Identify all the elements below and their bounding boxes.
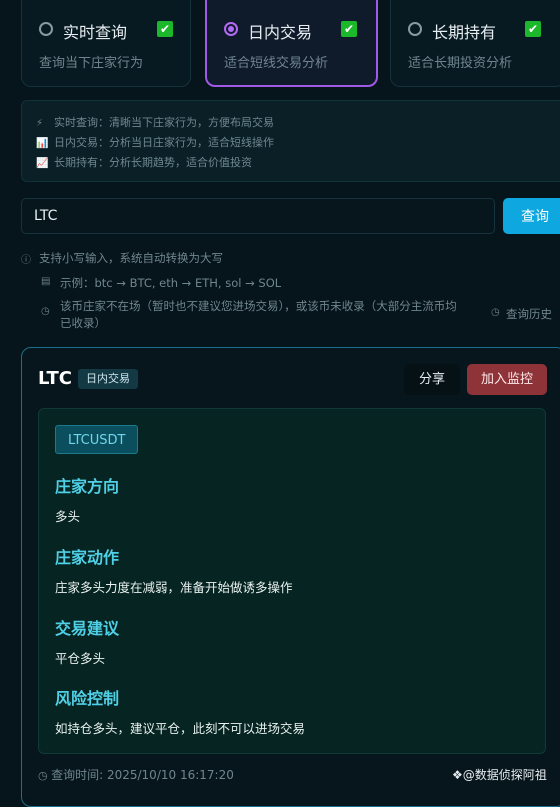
mode-title: 日内交易 [248,23,313,42]
section-body-risk: 如持仓多头，建议平仓，此刻不可以进场交易 [55,721,306,736]
query-time: ◷ 查询时间: 2025/10/10 16:17:20 [38,768,234,782]
mode-desc: 适合长期投资分析 [408,56,513,71]
info-line-intraday: 📊 日内交易：分析当日庄家行为，适合短线操作 [36,136,274,149]
query-button[interactable]: 查询 [503,198,560,234]
mode-badge: 日内交易 [78,369,138,389]
checkbox-checked-icon[interactable]: ✔ [341,21,357,37]
share-button[interactable]: 分享 [404,364,460,395]
mode-desc: 查询当下庄家行为 [39,56,144,71]
section-title-advice: 交易建议 [55,619,120,638]
history-clock-icon[interactable]: ◷ [491,307,500,318]
diamond-logo-icon: ❖ [452,768,463,782]
result-card: LTC 日内交易 分享 加入监控 LTCUSDT 庄家方向 多头 庄家动作 庄家… [21,347,560,807]
lightning-icon: ⚡ [36,118,44,129]
bar-chart-icon: 📊 [36,138,49,149]
checkbox-checked-icon[interactable]: ✔ [525,21,541,37]
checkbox-checked-icon[interactable]: ✔ [157,21,173,37]
add-monitor-button[interactable]: 加入监控 [467,364,547,395]
clock-icon: ◷ [38,769,52,782]
clock-icon: ◷ [41,306,50,317]
info-icon: ⓘ [21,255,31,266]
brand-watermark: ❖@数据侦探阿祖 [452,768,547,782]
section-body-advice: 平仓多头 [55,651,106,666]
analysis-panel: LTCUSDT 庄家方向 多头 庄家动作 庄家多头力度在减弱，准备开始做诱多操作… [38,408,546,754]
notice-hint-line2: 已收录） [60,316,106,330]
mode-title: 实时查询 [63,23,128,42]
info-line-longterm: 📈 长期持有：分析长期趋势，适合价值投资 [36,156,252,169]
mode-card-longterm[interactable]: 长期持有 ✔ 适合长期投资分析 [390,0,560,87]
radio-realtime[interactable] [39,22,53,36]
radio-longterm[interactable] [408,22,422,36]
trend-chart-icon: 📈 [36,158,49,169]
notice-hint-line1: 该币庄家不在场（暂时也不建议您进场交易），或该币未收录（大部分主流币均 [60,299,457,313]
coin-symbol: LTC [38,368,72,389]
document-icon: ▤ [41,276,51,287]
section-title-action: 庄家动作 [55,548,120,567]
section-title-direction: 庄家方向 [55,477,120,496]
info-line-realtime: ⚡ 实时查询：清晰当下庄家行为，方便布局交易 [36,116,274,129]
mode-title: 长期持有 [432,23,497,42]
example-hint: 示例：btc → BTC, eth → ETH, sol → SOL [60,276,282,290]
query-history-link[interactable]: 查询历史 [506,306,552,322]
section-body-direction: 多头 [55,509,81,524]
coin-search-input[interactable] [21,198,495,234]
mode-card-realtime[interactable]: 实时查询 ✔ 查询当下庄家行为 [21,0,191,87]
mode-desc: 适合短线交易分析 [224,56,329,71]
mode-card-intraday[interactable]: 日内交易 ✔ 适合短线交易分析 [205,0,378,87]
section-body-action: 庄家多头力度在减弱，准备开始做诱多操作 [55,580,293,595]
mode-info-box: ⚡ 实时查询：清晰当下庄家行为，方便布局交易 📊 日内交易：分析当日庄家行为，适合短… [21,100,560,182]
uppercase-hint: 支持小写输入，系统自动转换为大写 [39,251,223,265]
radio-intraday[interactable] [224,22,238,36]
section-title-risk: 风险控制 [55,689,120,708]
trading-pair-tag: LTCUSDT [55,425,139,454]
